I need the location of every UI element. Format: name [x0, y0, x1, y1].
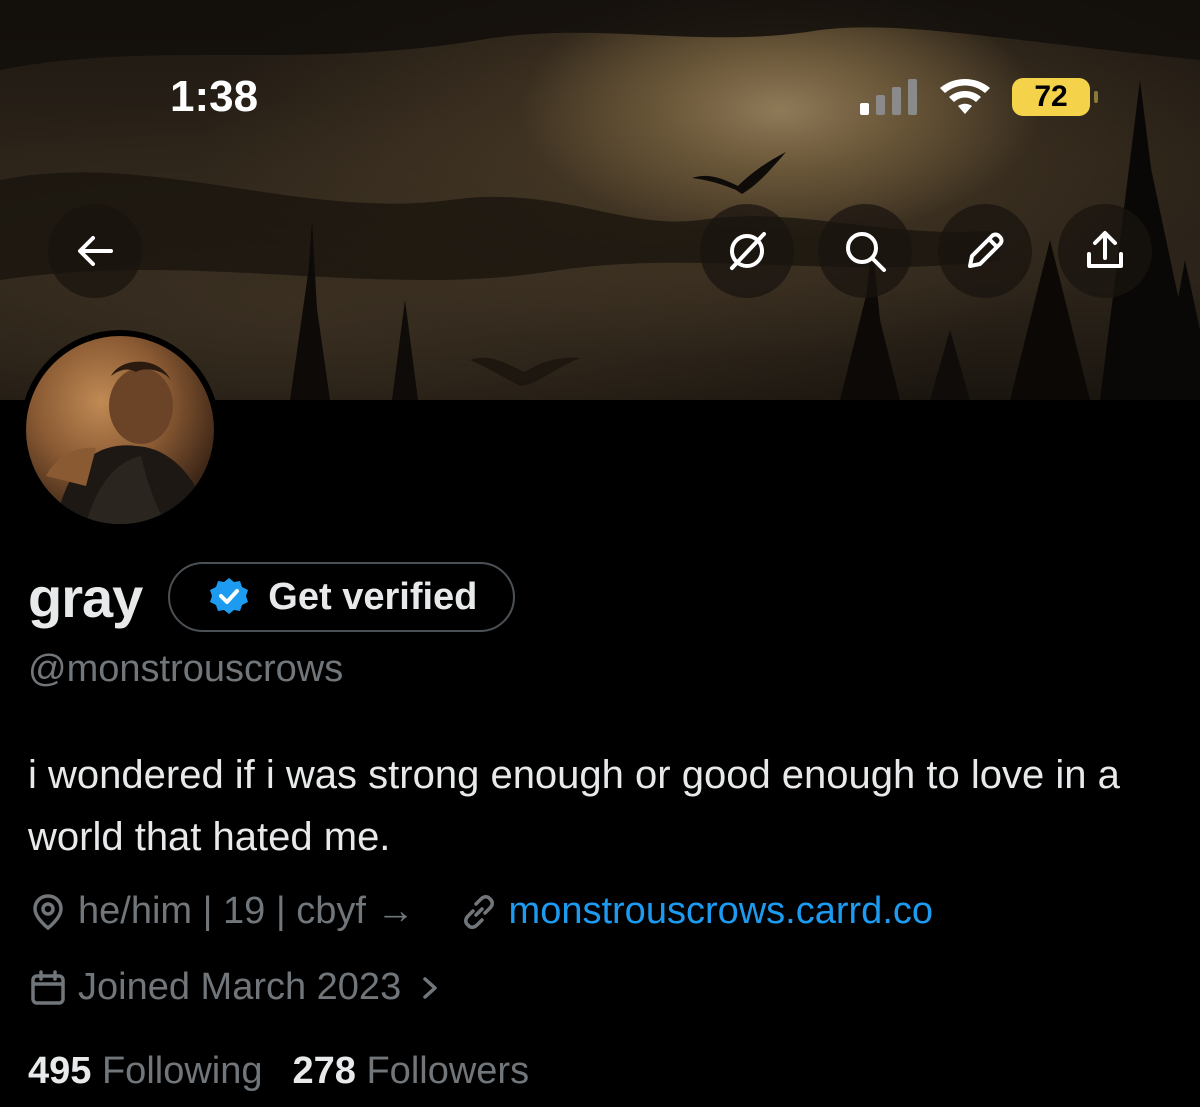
- location-pin-icon: [33, 893, 63, 930]
- search-button[interactable]: [818, 204, 912, 298]
- pencil-icon: [968, 232, 1004, 268]
- bio-text: i wondered if i was strong enough or goo…: [28, 753, 1120, 859]
- verified-badge-icon: [210, 578, 249, 614]
- status-icons: 72: [860, 78, 1098, 116]
- following-label: Following: [101, 1050, 263, 1092]
- battery-icon: 72: [1012, 78, 1098, 116]
- get-verified-button[interactable]: Get verified: [168, 562, 516, 632]
- location-item: he/him | 19 | cbyf →: [28, 890, 415, 933]
- banner-scenery: [0, 0, 1200, 400]
- cellular-signal-icon: [860, 79, 917, 115]
- user-handle: @monstrouscrows: [28, 648, 344, 690]
- status-time: 1:38: [170, 72, 259, 121]
- avatar-image: [46, 361, 211, 524]
- followers-label: Followers: [366, 1050, 530, 1092]
- joined-text: Joined March 2023: [78, 966, 402, 1008]
- edit-button[interactable]: [938, 204, 1032, 298]
- joined-item[interactable]: Joined March 2023: [28, 966, 443, 1009]
- calendar-icon: [31, 969, 65, 1005]
- following-count: 495: [28, 1050, 92, 1092]
- website-link[interactable]: monstrouscrows.carrd.co: [509, 890, 933, 933]
- website-item[interactable]: monstrouscrows.carrd.co: [459, 890, 933, 933]
- grok-button[interactable]: [700, 204, 794, 298]
- following-stat[interactable]: 495 Following: [28, 1050, 263, 1093]
- search-icon: [846, 232, 886, 272]
- back-arrow-icon: [78, 236, 113, 266]
- get-verified-label: Get verified: [268, 575, 478, 618]
- followers-stat[interactable]: 278 Followers: [293, 1050, 530, 1093]
- link-icon: [463, 894, 494, 929]
- share-icon: [1087, 231, 1123, 268]
- followers-count: 278: [292, 1050, 356, 1092]
- chevron-right-icon: [423, 976, 437, 999]
- wifi-icon: [940, 79, 990, 114]
- back-button[interactable]: [48, 204, 142, 298]
- display-name: gray: [28, 565, 143, 629]
- share-button[interactable]: [1058, 204, 1152, 298]
- grok-icon: [730, 232, 766, 270]
- location-text: he/him | 19 | cbyf →: [78, 890, 415, 932]
- profile-banner[interactable]: [0, 0, 1200, 400]
- avatar[interactable]: [20, 330, 220, 530]
